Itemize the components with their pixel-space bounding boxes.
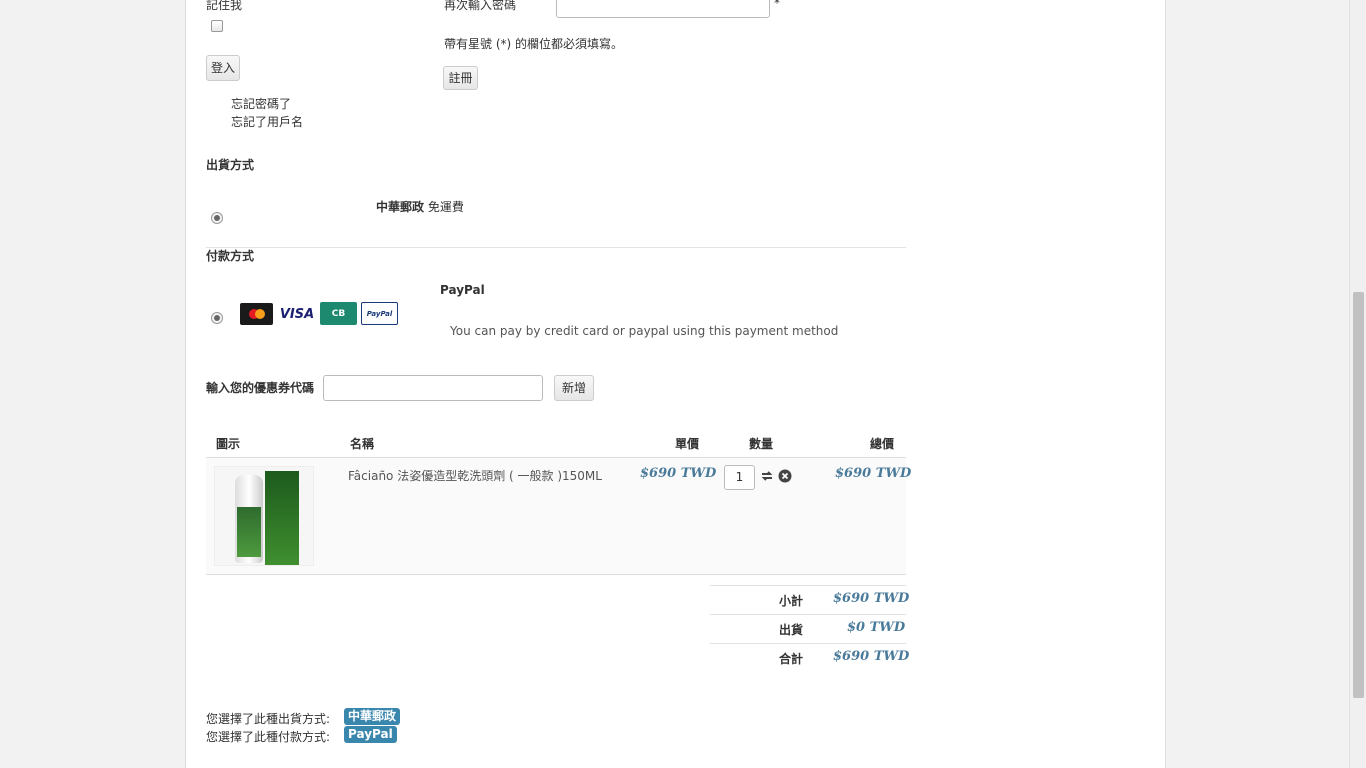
product-total: $690 TWD xyxy=(835,466,912,481)
selected-shipping-badge: 中華郵政 xyxy=(344,708,401,725)
quantity-input[interactable]: 1 xyxy=(724,465,755,490)
checkout-page: 記住我 登入 忘記密碼了 忘記了用戶名 再次輸入密碼 * 帶有星號 (*) 的欄… xyxy=(185,0,1166,768)
product-image[interactable] xyxy=(214,466,314,566)
coupon-add-button[interactable]: 新增 xyxy=(554,375,594,401)
subtotal-label: 小計 xyxy=(779,594,804,608)
forgot-username-link[interactable]: 忘記了用戶名 xyxy=(231,113,303,130)
remember-me-checkbox[interactable] xyxy=(211,20,223,32)
payment-radio[interactable] xyxy=(211,312,223,324)
coupon-label: 輸入您的優惠券代碼 xyxy=(206,381,315,395)
required-note: 帶有星號 (*) 的欄位都必須填寫。 xyxy=(444,37,623,51)
shipping-cost-value: $0 TWD xyxy=(847,620,906,635)
shipping-option-name: 中華郵政 xyxy=(376,200,425,214)
header-name: 名稱 xyxy=(350,437,375,451)
scrollbar-thumb[interactable] xyxy=(1353,292,1364,698)
payment-option-name: PayPal xyxy=(440,283,485,297)
remember-me-label: 記住我 xyxy=(206,0,243,12)
mastercard-icon xyxy=(240,303,273,325)
header-total: 總價 xyxy=(870,437,895,451)
shipping-option: 中華郵政 免運費 xyxy=(376,198,464,215)
forgot-password-link[interactable]: 忘記密碼了 xyxy=(231,95,291,112)
product-name[interactable]: Fâciaño 法姿優造型乾洗頭劑 ( 一般款 )150ML xyxy=(348,467,602,484)
selected-payment-text: 您選擇了此種付款方式: xyxy=(206,730,331,744)
coupon-input[interactable] xyxy=(323,375,543,401)
login-button[interactable]: 登入 xyxy=(206,55,240,81)
summary-divider xyxy=(710,585,906,586)
paypal-card-icon: PayPal xyxy=(361,302,398,325)
selected-shipping-text: 您選擇了此種出貨方式: xyxy=(206,712,331,726)
remove-icon[interactable] xyxy=(778,469,792,483)
grand-total-label: 合計 xyxy=(779,652,804,666)
subtotal-value: $690 TWD xyxy=(833,591,910,606)
required-marker: * xyxy=(774,0,780,10)
register-button[interactable]: 註冊 xyxy=(443,66,478,90)
vertical-scrollbar[interactable] xyxy=(1349,0,1366,768)
confirm-password-label: 再次輸入密碼 xyxy=(444,0,517,12)
cb-icon: CB xyxy=(320,302,357,325)
payment-description: You can pay by credit card or paypal usi… xyxy=(450,324,839,338)
shipping-cost-label: 出貨 xyxy=(779,623,804,637)
payment-heading: 付款方式 xyxy=(206,249,255,263)
header-image: 圖示 xyxy=(216,437,241,451)
header-unit-price: 單價 xyxy=(675,437,700,451)
summary-divider xyxy=(710,643,906,644)
divider xyxy=(206,247,906,248)
shipping-radio[interactable] xyxy=(211,212,223,224)
shipping-option-detail: 免運費 xyxy=(427,200,464,214)
shipping-heading: 出貨方式 xyxy=(206,158,255,172)
summary-divider xyxy=(710,614,906,615)
visa-icon: VISA xyxy=(279,306,315,322)
grand-total-value: $690 TWD xyxy=(833,649,910,664)
row-divider xyxy=(206,574,906,575)
refresh-icon[interactable] xyxy=(760,469,774,483)
header-quantity: 數量 xyxy=(749,437,774,451)
confirm-password-input[interactable] xyxy=(556,0,770,18)
selected-payment-badge: PayPal xyxy=(344,726,397,743)
product-unit-price: $690 TWD xyxy=(640,466,717,481)
